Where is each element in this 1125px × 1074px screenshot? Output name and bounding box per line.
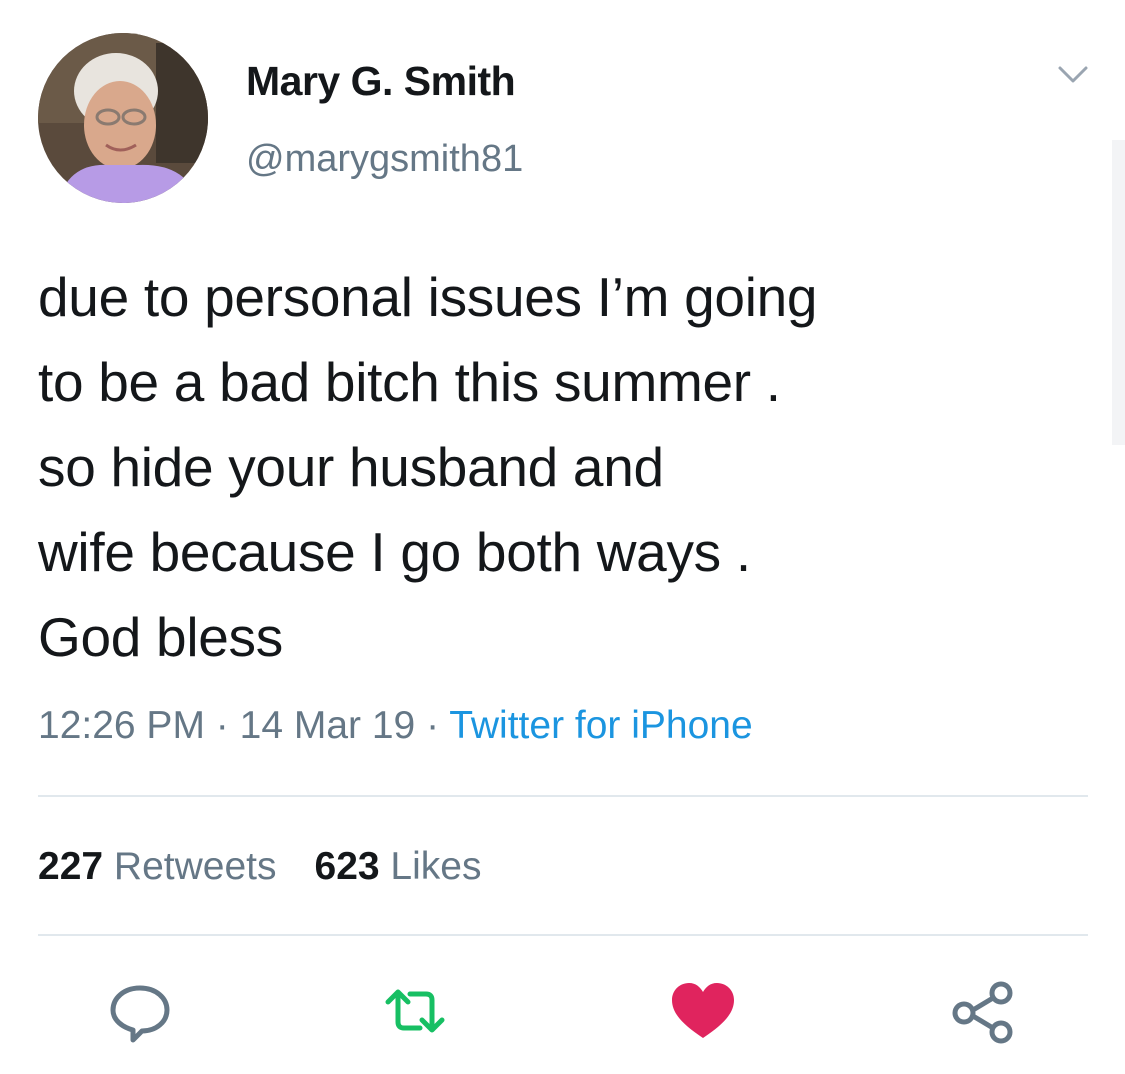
share-icon [952,981,1013,1044]
tweet-line: wife because I go both ways . [38,521,751,583]
display-name[interactable]: Mary G. Smith [246,58,516,105]
meta-separator: · [426,704,440,747]
likes-label: Likes [390,845,482,888]
divider [38,934,1088,936]
retweet-icon [385,989,445,1033]
reply-button[interactable] [105,980,175,1044]
tweet-stats: 227 Retweets 623 Likes [38,845,481,889]
like-button[interactable] [668,980,738,1044]
tweet-source-link[interactable]: Twitter for iPhone [449,704,752,747]
scroll-edge [1112,140,1125,445]
retweets-label: Retweets [113,845,277,888]
chevron-down-icon[interactable] [1056,62,1090,88]
tweet-line: so hide your husband and [38,436,664,498]
meta-separator: · [215,704,229,747]
likes-stat[interactable]: 623 Likes [315,845,482,888]
tweet-date: 14 Mar 19 [239,704,416,747]
tweet-line: God bless [38,606,283,668]
retweets-stat[interactable]: 227 Retweets [38,845,277,888]
tweet-text: due to personal issues I’m going to be a… [38,255,1098,680]
tweet-line: to be a bad bitch this summer . [38,351,781,413]
heart-icon [672,983,734,1038]
retweet-button[interactable] [380,980,450,1044]
likes-count: 623 [314,845,380,888]
tweet-time: 12:26 PM [38,704,205,747]
reply-icon [110,985,170,1043]
divider [38,795,1088,797]
user-handle[interactable]: @marygsmith81 [246,138,523,181]
retweets-count: 227 [38,845,104,888]
tweet-meta: 12:26 PM · 14 Mar 19 · Twitter for iPhon… [38,704,753,748]
tweet-line: due to personal issues I’m going [38,266,818,328]
avatar[interactable] [38,33,208,203]
share-button[interactable] [948,980,1018,1044]
avatar-photo [38,33,208,203]
